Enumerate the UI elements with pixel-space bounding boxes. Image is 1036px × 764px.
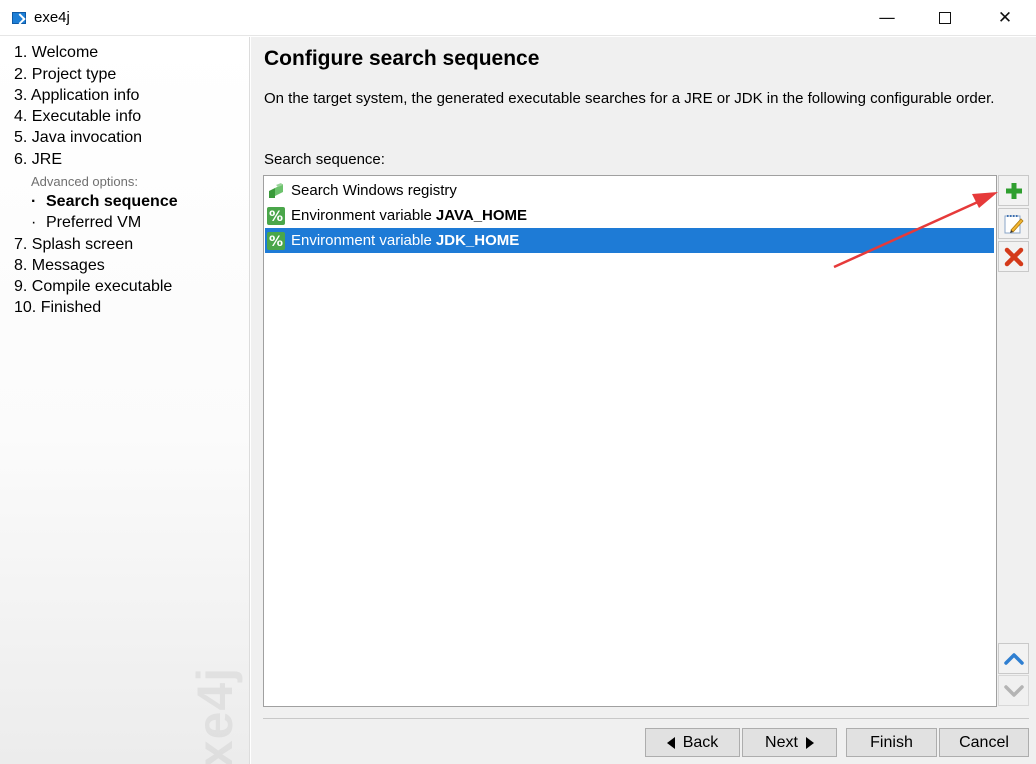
step-executable-info[interactable]: 4. Executable info [14,108,141,126]
finish-button-label: Finish [870,733,913,751]
delete-entry-button[interactable] [998,241,1029,272]
entry-label: Environment variable [291,232,432,249]
svg-text:%: % [269,209,283,225]
title-bar: exe4j — ✕ [0,0,1036,36]
app-icon [12,12,26,24]
step-preferred-vm-label: Preferred VM [46,214,142,231]
edit-entry-button[interactable] [998,208,1029,239]
chevron-up-icon [1003,652,1024,665]
footer-divider [263,718,1029,719]
list-item[interactable]: Search Windows registry [265,178,994,203]
entry-label: Environment variable [291,207,432,224]
chevron-down-icon [1003,684,1024,697]
step-application-info[interactable]: 3. Application info [14,87,139,105]
list-item-selected[interactable]: % Environment variable JDK_HOME [265,228,994,253]
step-messages[interactable]: 8. Messages [14,257,105,275]
entry-variable: JAVA_HOME [435,207,528,224]
next-button[interactable]: Next [742,728,837,757]
back-button-label: Back [682,733,719,751]
step-search-sequence-label: Search sequence [46,193,178,210]
cancel-button-label: Cancel [959,733,1009,751]
search-sequence-list[interactable]: Search Windows registry % Environment va… [263,175,997,707]
edit-pencil-icon [1004,214,1024,233]
add-entry-button[interactable] [998,175,1029,206]
back-arrow-icon [666,736,675,749]
maximize-icon [939,12,951,24]
step-preferred-vm[interactable]: · Preferred VM [31,214,141,232]
header-band: Configure search sequence [251,37,1036,80]
window-title: exe4j [34,9,70,26]
percent-icon: % [267,206,285,225]
entry-label: Search Windows registry [291,182,457,199]
entry-variable: JDK_HOME [435,232,520,249]
page-description: On the target system, the generated exec… [264,90,995,107]
next-arrow-icon [805,736,814,749]
plus-icon [1005,182,1022,199]
maximize-button[interactable] [916,0,974,36]
list-item[interactable]: % Environment variable JAVA_HOME [265,203,994,228]
advanced-options-label: Advanced options: [31,174,138,189]
step-finished[interactable]: 10. Finished [14,299,101,317]
search-sequence-label: Search sequence: [264,151,385,168]
step-java-invocation[interactable]: 5. Java invocation [14,129,142,147]
step-search-sequence[interactable]: · Search sequence [31,193,178,211]
registry-icon [268,182,284,199]
bullet-icon: · [31,214,37,231]
step-project-type[interactable]: 2. Project type [14,66,116,84]
cancel-button[interactable]: Cancel [939,728,1029,757]
step-compile-executable[interactable]: 9. Compile executable [14,278,172,296]
delete-x-icon [1004,247,1023,266]
step-jre[interactable]: 6. JRE [14,151,62,169]
main-panel: Configure search sequence On the target … [251,37,1036,764]
close-button[interactable]: ✕ [976,0,1034,36]
back-button[interactable]: Back [645,728,740,757]
step-welcome[interactable]: 1. Welcome [14,44,98,62]
finish-button[interactable]: Finish [846,728,937,757]
move-down-button[interactable] [998,675,1029,706]
page-title: Configure search sequence [264,47,540,70]
minimize-button[interactable]: — [858,0,916,36]
next-button-label: Next [765,733,798,751]
bullet-icon: · [31,193,37,210]
move-up-button[interactable] [998,643,1029,674]
svg-text:%: % [269,234,283,250]
step-splash-screen[interactable]: 7. Splash screen [14,236,133,254]
percent-icon: % [267,231,285,250]
wizard-steps-sidebar: 1. Welcome 2. Project type 3. Applicatio… [0,37,250,764]
exe4j-watermark-logo: exe4j [187,666,243,764]
